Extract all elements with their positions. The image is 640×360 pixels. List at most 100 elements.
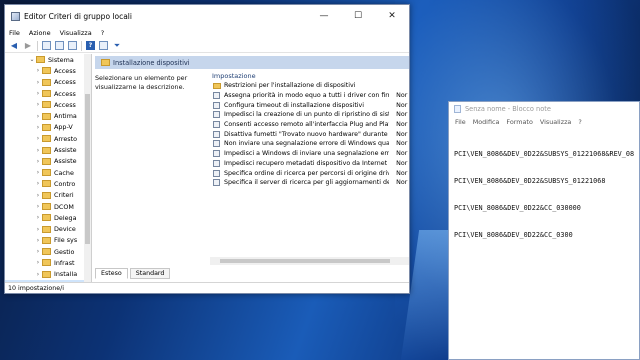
status-text: 10 impostazione/i xyxy=(8,284,64,292)
notepad-menu-modifica[interactable]: Modifica xyxy=(473,118,500,126)
folder-icon xyxy=(42,169,51,177)
tree-item[interactable]: › Contro xyxy=(5,178,91,189)
maximize-button[interactable]: ☐ xyxy=(341,5,375,27)
chevron-right-icon[interactable]: › xyxy=(35,169,41,176)
policy-setting-row[interactable]: Impedisci la creazione di un punto di ri… xyxy=(210,110,409,120)
chevron-right-icon[interactable]: › xyxy=(35,124,41,131)
title-bar[interactable]: Editor Criteri di gruppo locali — ☐ ✕ xyxy=(5,5,409,27)
policy-setting-row[interactable]: Consenti accesso remoto all'interfaccia … xyxy=(210,120,409,130)
tree-vertical-scrollbar[interactable] xyxy=(84,54,91,282)
properties-icon[interactable] xyxy=(99,41,108,50)
notepad-line: PCI\VEN_8086&DEV_0D22&CC_0300 xyxy=(454,231,573,239)
tree-item[interactable]: › Delega xyxy=(5,212,91,223)
help-icon[interactable]: ? xyxy=(86,41,95,50)
notepad-menu-visualizza[interactable]: Visualizza xyxy=(540,118,571,126)
navigation-tree[interactable]: ⌄ Sistema › Access › Access › Access › Access › Ant… xyxy=(5,54,92,282)
notepad-line: PCI\VEN_8086&DEV_0D22&SUBSYS_01221068&RE… xyxy=(454,150,635,158)
policy-setting-row[interactable]: Configura timeout di installazione dispo… xyxy=(210,100,409,110)
menu-visualizza[interactable]: Visualizza xyxy=(60,29,92,37)
chevron-right-icon[interactable]: › xyxy=(35,180,41,187)
tree-item[interactable]: › Access xyxy=(5,77,91,88)
notepad-menu-file[interactable]: File xyxy=(455,118,466,126)
tree-item[interactable]: › Assiste xyxy=(5,144,91,155)
tree-item[interactable]: › Cache xyxy=(5,167,91,178)
notepad-menu-formato[interactable]: Formato xyxy=(506,118,532,126)
chevron-right-icon[interactable]: › xyxy=(35,203,41,210)
setting-state: Nor xyxy=(396,159,408,167)
chevron-right-icon[interactable]: › xyxy=(35,271,41,278)
policy-setting-row[interactable]: Non inviare una segnalazione errore di W… xyxy=(210,139,409,149)
menu-file[interactable]: File xyxy=(9,29,20,37)
chevron-right-icon[interactable]: › xyxy=(35,113,41,120)
tree-item[interactable]: › Criteri xyxy=(5,190,91,201)
content-area: ⌄ Sistema › Access › Access › Access › Access › Ant… xyxy=(5,54,409,282)
chevron-right-icon[interactable]: › xyxy=(35,135,41,142)
chevron-right-icon[interactable]: › xyxy=(35,158,41,165)
chevron-right-icon[interactable]: › xyxy=(35,214,41,221)
setting-label: Assegna priorità in modo equo a tutti i … xyxy=(224,92,389,100)
chevron-right-icon[interactable]: › xyxy=(35,248,41,255)
chevron-right-icon[interactable]: › xyxy=(35,67,41,74)
chevron-right-icon[interactable]: › xyxy=(35,90,41,97)
close-button[interactable]: ✕ xyxy=(375,5,409,27)
folder-icon xyxy=(42,203,51,210)
tree-item-label: Antima xyxy=(54,112,77,121)
notepad-title-bar[interactable]: Senza nome - Blocco note xyxy=(449,102,639,116)
group-policy-editor-window[interactable]: Editor Criteri di gruppo locali — ☐ ✕ Fi… xyxy=(4,4,410,294)
menu-help[interactable]: ? xyxy=(101,29,104,37)
chevron-right-icon[interactable]: › xyxy=(35,192,41,199)
tree-item[interactable]: › File sys xyxy=(5,235,91,246)
export-list-icon[interactable] xyxy=(68,41,77,50)
filter-icon[interactable]: ⏷ xyxy=(112,41,122,51)
policy-setting-row[interactable]: Impedisci recupero metadati dispositivo … xyxy=(210,159,409,169)
show-hide-tree-icon[interactable] xyxy=(55,41,64,50)
minimize-button[interactable]: — xyxy=(307,5,341,27)
setting-state: Nor xyxy=(396,92,408,100)
chevron-right-icon[interactable]: › xyxy=(35,226,41,233)
notepad-window[interactable]: Senza nome - Blocco note File Modifica F… xyxy=(448,101,640,360)
tree-item[interactable]: ⌄ Sistema xyxy=(5,54,91,65)
tree-item-label: Assiste xyxy=(54,157,77,166)
policy-setting-row[interactable]: Disattiva fumetti "Trovato nuovo hardwar… xyxy=(210,129,409,139)
tree-item[interactable]: › Access xyxy=(5,99,91,110)
details-header: Installazione dispositivi xyxy=(95,56,409,69)
chevron-right-icon[interactable]: › xyxy=(35,237,41,244)
tree-item[interactable]: › Device xyxy=(5,223,91,234)
chevron-down-icon[interactable]: ⌄ xyxy=(29,56,35,63)
tab-standard[interactable]: Standard xyxy=(129,268,171,279)
tree-item[interactable]: › DCOM xyxy=(5,201,91,212)
scrollbar-thumb[interactable] xyxy=(220,259,390,263)
notepad-menu-help[interactable]: ? xyxy=(578,118,581,126)
chevron-right-icon[interactable]: › xyxy=(35,259,41,266)
tree-item[interactable]: › Infrast xyxy=(5,257,91,268)
chevron-right-icon[interactable]: › xyxy=(35,147,41,154)
notepad-app-icon xyxy=(454,105,461,113)
policy-setting-row[interactable]: Impedisci a Windows di inviare una segna… xyxy=(210,149,409,159)
chevron-right-icon[interactable]: › xyxy=(35,79,41,86)
tree-item[interactable]: › App-V xyxy=(5,122,91,133)
tree-item[interactable]: › Arresto xyxy=(5,133,91,144)
tab-esteso[interactable]: Esteso xyxy=(95,268,128,279)
setting-label: Impedisci a Windows di inviare una segna… xyxy=(224,150,390,158)
menu-azione[interactable]: Azione xyxy=(29,29,51,37)
forward-arrow-icon[interactable]: ▶ xyxy=(23,41,33,51)
policy-setting-row[interactable]: Specifica il server di ricerca per gli a… xyxy=(210,178,409,188)
tree-item[interactable]: › Access xyxy=(5,65,91,76)
chevron-right-icon[interactable]: › xyxy=(35,101,41,108)
tree-item[interactable]: › Antima xyxy=(5,110,91,121)
horizontal-scrollbar[interactable] xyxy=(210,257,409,265)
tree-item[interactable]: › Access xyxy=(5,88,91,99)
tree-item-label: Infrast xyxy=(54,258,75,267)
policy-setting-row[interactable]: Specifica ordine di ricerca per percorsi… xyxy=(210,168,409,178)
scrollbar-thumb[interactable] xyxy=(85,94,90,244)
back-arrow-icon[interactable]: ◀ xyxy=(9,41,19,51)
list-folder-row[interactable]: Restrizioni per l'installazione di dispo… xyxy=(210,81,409,91)
notepad-text-area[interactable]: PCI\VEN_8086&DEV_0D22&SUBSYS_01221068&RE… xyxy=(449,128,639,258)
tree-item[interactable]: › Gestio xyxy=(5,246,91,257)
setting-state: Nor xyxy=(396,150,408,158)
column-header-impostazione[interactable]: Impostazione xyxy=(210,70,409,81)
policy-setting-row[interactable]: Assegna priorità in modo equo a tutti i … xyxy=(210,91,409,101)
tree-item[interactable]: › Installa xyxy=(5,269,91,280)
up-folder-icon[interactable] xyxy=(42,41,51,50)
tree-item[interactable]: › Assiste xyxy=(5,156,91,167)
